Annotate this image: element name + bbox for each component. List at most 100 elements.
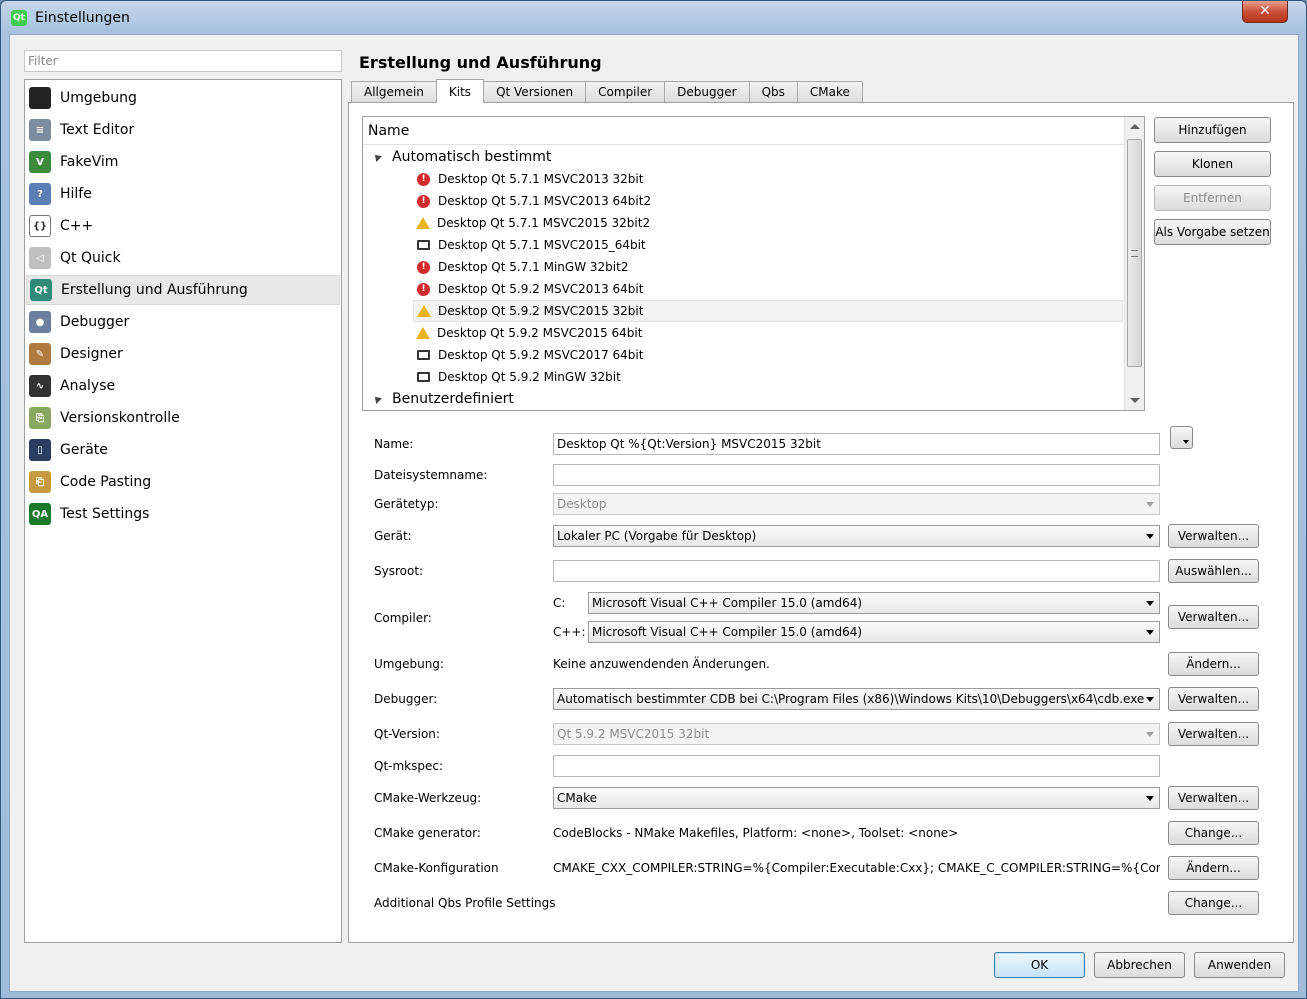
kit-name-field[interactable]: Desktop Qt %{Qt:Version} MSVC2015 32bit	[553, 433, 1160, 455]
text-editor-icon: ≡	[29, 119, 51, 141]
kit-row[interactable]: Desktop Qt 5.7.1 MSVC2015 32bit2	[413, 212, 1123, 234]
kit-row[interactable]: ! Desktop Qt 5.7.1 MinGW 32bit2	[413, 256, 1123, 278]
cancel-button[interactable]: Abbrechen	[1094, 952, 1185, 978]
error-icon: !	[417, 260, 430, 274]
kits-scrollbar[interactable]	[1124, 117, 1144, 410]
kit-row[interactable]: Desktop Qt 5.9.2 MinGW 32bit	[413, 366, 1123, 388]
device-type-label: Gerätetyp:	[374, 497, 439, 511]
sidebar-item-label: Geräte	[60, 442, 108, 458]
test-settings-icon: QA	[29, 503, 51, 525]
tree-group-user[interactable]: Benutzerdefiniert	[363, 388, 514, 410]
dropdown-arrow-icon	[1146, 534, 1154, 539]
clone-kit-button[interactable]: Klonen	[1154, 151, 1271, 177]
sidebar-item[interactable]: ≡ Text Editor	[26, 115, 340, 145]
sidebar-item[interactable]: Umgebung	[26, 83, 340, 113]
change-environment-button[interactable]: Ändern...	[1168, 652, 1259, 676]
kit-row-label: Desktop Qt 5.9.2 MinGW 32bit	[438, 370, 621, 384]
tab[interactable]: CMake	[796, 81, 863, 103]
kit-row[interactable]: Desktop Qt 5.9.2 MSVC2015 32bit	[413, 300, 1123, 322]
scroll-thumb[interactable]	[1127, 139, 1142, 367]
expand-arrow-icon[interactable]	[372, 394, 382, 404]
cmake-generator-value: CodeBlocks - NMake Makefiles, Platform: …	[553, 826, 959, 840]
sidebar-item[interactable]: Qt Erstellung und Ausführung	[26, 275, 340, 305]
change-qbs-profile-button[interactable]: Change...	[1168, 891, 1259, 915]
scroll-up-arrow-icon[interactable]	[1130, 124, 1140, 129]
manage-debugger-button[interactable]: Verwalten...	[1168, 687, 1259, 711]
cpp-compiler-combo[interactable]: Microsoft Visual C++ Compiler 15.0 (amd6…	[588, 621, 1160, 643]
manage-cmake-tool-button[interactable]: Verwalten...	[1168, 786, 1259, 810]
add-kit-button[interactable]: Hinzufügen	[1154, 117, 1271, 143]
kit-row[interactable]: ! Desktop Qt 5.7.1 MSVC2013 64bit2	[413, 190, 1123, 212]
filesystem-name-label: Dateisystemname:	[374, 468, 488, 482]
cmake-tool-label: CMake-Werkzeug:	[374, 791, 482, 805]
sidebar-item[interactable]: {} C++	[26, 211, 340, 241]
kit-row-label: Desktop Qt 5.7.1 MSVC2013 32bit	[438, 172, 644, 186]
combo-value: Lokaler PC (Vorgabe für Desktop)	[557, 529, 757, 543]
environment-label: Umgebung:	[374, 657, 444, 671]
device-type-combo[interactable]: Desktop	[553, 493, 1160, 515]
sidebar-item-label: Code Pasting	[60, 474, 152, 490]
c-compiler-combo[interactable]: Microsoft Visual C++ Compiler 15.0 (amd6…	[588, 592, 1160, 614]
cmake-tool-combo[interactable]: CMake	[553, 787, 1160, 809]
sidebar-item[interactable]: ◁ Qt Quick	[26, 243, 340, 273]
kit-row[interactable]: Desktop Qt 5.9.2 MSVC2015 64bit	[413, 322, 1123, 344]
sidebar-item[interactable]: ∿ Analyse	[26, 371, 340, 401]
remove-kit-button[interactable]: Entfernen	[1154, 185, 1271, 211]
grip-icon	[1131, 250, 1138, 257]
kit-row-label: Desktop Qt 5.7.1 MSVC2015 32bit2	[437, 216, 651, 230]
close-window-button[interactable]: ✕	[1242, 1, 1288, 23]
tab[interactable]: Allgemein	[351, 81, 437, 103]
tab[interactable]: Debugger	[664, 81, 750, 103]
device-combo[interactable]: Lokaler PC (Vorgabe für Desktop)	[553, 525, 1160, 547]
qt-version-combo[interactable]: Qt 5.9.2 MSVC2015 32bit	[553, 723, 1160, 745]
apply-button[interactable]: Anwenden	[1194, 952, 1285, 978]
sidebar-item[interactable]: ⎘ Versionskontrolle	[26, 403, 340, 433]
sidebar-item-label: Analyse	[60, 378, 116, 394]
kit-icon-button[interactable]	[1170, 426, 1193, 449]
change-cmake-generator-button[interactable]: Change...	[1168, 821, 1259, 845]
manage-device-button[interactable]: Verwalten...	[1168, 524, 1259, 548]
sidebar-item[interactable]: ? Hilfe	[26, 179, 340, 209]
filesystem-name-field[interactable]	[553, 464, 1160, 486]
dropdown-arrow-icon	[1146, 796, 1154, 801]
cpp-compiler-label: C++:	[553, 625, 586, 639]
tree-group-auto[interactable]: Automatisch bestimmt	[363, 146, 551, 168]
sidebar-item[interactable]: ● Debugger	[26, 307, 340, 337]
sidebar-item[interactable]: V FakeVim	[26, 147, 340, 177]
sysroot-field[interactable]	[553, 560, 1160, 582]
qt-mkspec-field[interactable]	[553, 755, 1160, 777]
tab[interactable]: Compiler	[585, 81, 666, 103]
browse-sysroot-button[interactable]: Auswählen...	[1168, 559, 1259, 583]
kit-row[interactable]: Desktop Qt 5.7.1 MSVC2015_64bit	[413, 234, 1123, 256]
expand-arrow-icon[interactable]	[372, 152, 382, 162]
manage-qt-version-button[interactable]: Verwalten...	[1168, 722, 1259, 746]
kit-row[interactable]: ! Desktop Qt 5.9.2 MSVC2013 64bit	[413, 278, 1123, 300]
change-cmake-configuration-button[interactable]: Ändern...	[1168, 856, 1259, 880]
environment-value: Keine anzuwendenden Änderungen.	[553, 657, 770, 671]
kit-row-label: Desktop Qt 5.7.1 MinGW 32bit2	[438, 260, 629, 274]
sidebar-item[interactable]: ▯ Geräte	[26, 435, 340, 465]
filter-input[interactable]	[24, 50, 342, 72]
kit-row[interactable]: Desktop Qt 5.9.2 MSVC2017 64bit	[413, 344, 1123, 366]
debugger-combo[interactable]: Automatisch bestimmter CDB bei C:\Progra…	[553, 688, 1160, 710]
scroll-down-arrow-icon[interactable]	[1130, 398, 1140, 403]
combo-value: CMake	[557, 791, 597, 805]
sidebar-item[interactable]: ⎗ Code Pasting	[26, 467, 340, 497]
manage-compiler-button[interactable]: Verwalten...	[1168, 605, 1259, 629]
title-bar[interactable]: Qt Einstellungen ✕	[1, 1, 1306, 35]
ok-button[interactable]: OK	[994, 952, 1085, 978]
sidebar-item-label: FakeVim	[60, 154, 119, 170]
combo-value: Qt 5.9.2 MSVC2015 32bit	[557, 727, 710, 741]
cpp-braces-icon: {}	[29, 215, 51, 237]
tab[interactable]: Qbs	[748, 81, 798, 103]
sidebar-item[interactable]: QA Test Settings	[26, 499, 340, 529]
device-label: Gerät:	[374, 529, 412, 543]
combo-value: Desktop	[557, 497, 607, 511]
set-default-kit-button[interactable]: Als Vorgabe setzen	[1154, 219, 1271, 245]
kits-tree[interactable]: Name Automatisch bestimmt ! Desktop Qt 5.…	[362, 116, 1145, 411]
tab[interactable]: Kits	[435, 79, 485, 103]
kits-column-header[interactable]: Name	[363, 117, 1126, 145]
sidebar-item[interactable]: ✎ Designer	[26, 339, 340, 369]
kit-row[interactable]: ! Desktop Qt 5.7.1 MSVC2013 32bit	[413, 168, 1123, 190]
tab[interactable]: Qt Versionen	[483, 81, 587, 103]
